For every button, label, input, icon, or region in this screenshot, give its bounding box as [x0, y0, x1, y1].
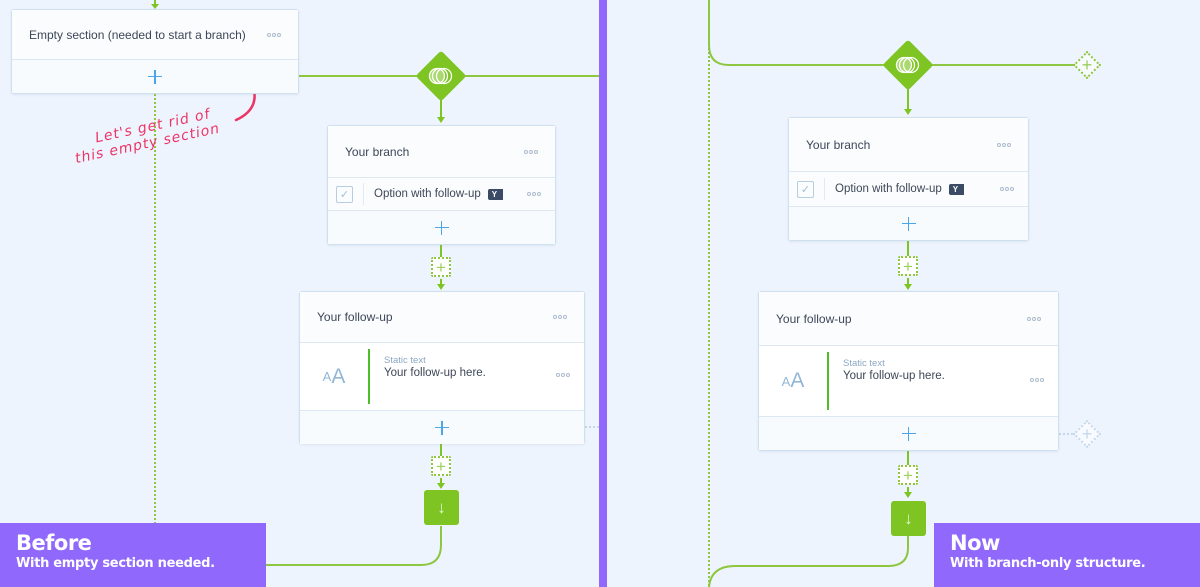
option-label: Option with follow-up: [374, 188, 481, 200]
caption-title: Now: [950, 531, 1000, 555]
branch-card-title: Your branch: [345, 144, 410, 159]
divider: [824, 178, 825, 200]
block-type-label: Static text: [843, 358, 885, 369]
followup-card-title: Your follow-up: [317, 310, 393, 324]
more-dots-icon[interactable]: [527, 192, 541, 196]
option-checkbox[interactable]: ✓: [336, 185, 353, 203]
more-dots-icon[interactable]: [556, 373, 570, 410]
more-dots-icon[interactable]: [553, 315, 567, 319]
before-caption: Before With empty section needed.: [0, 523, 266, 587]
add-section-button[interactable]: +: [431, 456, 451, 476]
more-dots-icon[interactable]: [1030, 378, 1044, 416]
font-size-icon: AA: [781, 369, 805, 392]
branch-card-header: Your branch: [789, 118, 1028, 172]
end-node[interactable]: ↓: [891, 501, 926, 536]
option-label: Option with follow-up: [835, 183, 942, 195]
caption-title: Before: [16, 531, 92, 555]
branch-option-row[interactable]: ✓ Option with follow-up Y: [789, 172, 1028, 207]
more-dots-icon[interactable]: [524, 149, 538, 154]
add-element-button[interactable]: [328, 211, 555, 244]
yes-badge: Y: [487, 188, 504, 200]
end-node[interactable]: ↓: [424, 490, 459, 525]
branch-card-header: Your branch: [328, 126, 555, 178]
branch-circles-icon: [416, 51, 466, 101]
divider: [363, 183, 364, 205]
more-dots-icon[interactable]: [1000, 187, 1014, 191]
arrow-down-icon: ↓: [437, 497, 446, 517]
now-caption: Now With branch-only structure.: [934, 523, 1200, 587]
branch-circles-icon: [883, 40, 933, 90]
add-element-button[interactable]: [12, 60, 298, 93]
plus-icon: [434, 220, 449, 235]
font-size-icon: AA: [322, 364, 346, 388]
followup-card-header: Your follow-up: [300, 292, 584, 343]
add-section-button[interactable]: +: [898, 465, 918, 485]
static-text-block[interactable]: AA Static text Your follow-up here.: [759, 346, 1058, 417]
plus-icon: +: [436, 456, 446, 476]
followup-card-title: Your follow-up: [776, 311, 852, 326]
plus-icon: +: [436, 257, 446, 277]
plus-icon: [435, 420, 449, 435]
panel-divider: [599, 0, 607, 587]
plus-icon: [901, 216, 916, 231]
block-text: Your follow-up here.: [384, 367, 486, 379]
caption-subtitle: With branch-only structure.: [950, 556, 1146, 572]
block-text: Your follow-up here.: [843, 370, 945, 382]
more-dots-icon[interactable]: [267, 32, 281, 37]
empty-section-card[interactable]: Empty section (needed to start a branch): [11, 9, 299, 94]
plus-icon: [901, 426, 916, 441]
arrow-down-icon: ↓: [904, 508, 913, 528]
branch-card[interactable]: Your branch ✓ Option with follow-up Y: [327, 125, 556, 245]
branch-card[interactable]: Your branch ✓ Option with follow-up Y: [788, 117, 1029, 241]
branch-card-title: Your branch: [806, 137, 871, 152]
annotation-note: Let's get rid of this empty section: [70, 105, 222, 167]
followup-card-header: Your follow-up: [759, 292, 1058, 346]
add-element-button[interactable]: [789, 207, 1028, 240]
add-element-button[interactable]: [759, 417, 1058, 450]
branch-option-row[interactable]: ✓ Option with follow-up Y: [328, 178, 555, 211]
plus-icon: [148, 69, 162, 84]
empty-section-title: Empty section (needed to start a branch): [29, 27, 246, 42]
plus-icon: +: [1081, 423, 1093, 444]
more-dots-icon[interactable]: [1027, 316, 1041, 321]
add-element-button[interactable]: [300, 411, 584, 444]
empty-section-header: Empty section (needed to start a branch): [12, 10, 298, 60]
followup-card[interactable]: Your follow-up AA Static text Your follo…: [758, 291, 1059, 451]
static-text-block[interactable]: AA Static text Your follow-up here.: [300, 343, 584, 411]
block-type-label: Static text: [384, 355, 426, 366]
plus-icon: +: [903, 256, 913, 276]
plus-icon: +: [1081, 54, 1093, 75]
yes-badge: Y: [948, 183, 965, 195]
before-panel: Empty section (needed to start a branch)…: [0, 0, 599, 587]
now-panel: + Your branch ✓ Option with follow-up Y …: [607, 0, 1200, 587]
followup-card[interactable]: Your follow-up AA Static text Your follo…: [299, 291, 585, 444]
add-section-button[interactable]: +: [898, 256, 918, 276]
add-section-button[interactable]: +: [431, 257, 451, 277]
option-checkbox[interactable]: ✓: [797, 180, 814, 198]
caption-subtitle: With empty section needed.: [16, 556, 215, 572]
more-dots-icon[interactable]: [997, 142, 1011, 147]
plus-icon: +: [903, 465, 913, 485]
